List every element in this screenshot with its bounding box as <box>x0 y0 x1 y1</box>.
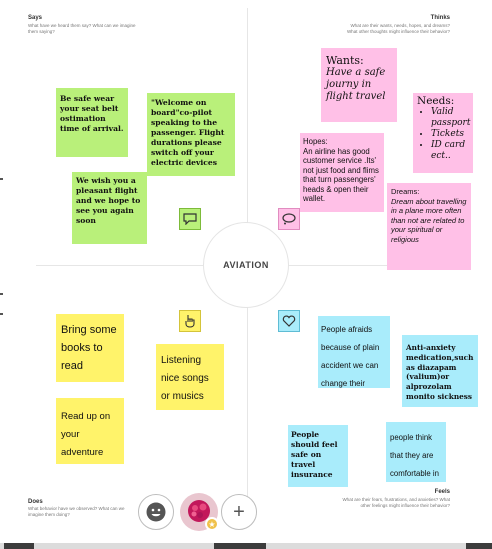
thinks-subtitle: What are their wants, needs, hopes, and … <box>346 23 450 34</box>
taskbar-segment <box>4 543 34 549</box>
sticky-note[interactable]: Dreams: Dream about travelling in a plan… <box>387 183 471 270</box>
edge-mark <box>0 313 3 315</box>
note-text: People should feel safe on travel insura… <box>291 430 338 479</box>
sticky-note[interactable]: We wish you a pleasant flight and we hop… <box>72 172 147 244</box>
note-text: Anti-anxiety medication,such as diazapam… <box>406 343 474 407</box>
note-heading: Wants: <box>326 54 364 67</box>
note-text: We wish you a pleasant flight and we hop… <box>76 176 141 225</box>
note-text: Have a safe journy in flight travel <box>326 67 386 102</box>
plus-icon[interactable]: + <box>221 494 257 530</box>
needs-list: Valid passportTicketsID card ect.. <box>417 107 470 162</box>
needs-list-item: Valid passport <box>431 107 470 129</box>
sticky-note[interactable]: People afraids because of plain accident… <box>318 316 390 388</box>
note-text: An airline has good customer service .It… <box>303 146 379 204</box>
sticky-note[interactable]: Read up on your adventure <box>56 398 124 464</box>
note-text: people think that they are comfortable i… <box>390 433 439 478</box>
note-text: Read up on your adventure <box>61 411 111 458</box>
topic-label: AVIATION <box>223 260 269 270</box>
note-text: Dream about travelling in a plane more o… <box>391 196 467 244</box>
sticky-note[interactable]: Bring some books to read <box>56 314 124 382</box>
thought-bubble-icon <box>278 208 300 230</box>
needs-list-item: ID card ect.. <box>431 140 469 162</box>
sticky-note[interactable]: Needs: Valid passportTicketsID card ect.… <box>413 93 473 173</box>
hand-pointer-icon <box>179 310 201 332</box>
sticky-note[interactable]: People should feel safe on travel insura… <box>288 425 348 487</box>
note-heading: Hopes: <box>303 137 328 146</box>
sticky-note[interactable]: Wants: Have a safe journy in flight trav… <box>321 48 397 122</box>
note-heading: Dreams: <box>391 187 420 196</box>
says-subtitle: What have we heard them say? What can we… <box>28 23 136 34</box>
feels-subtitle: What are their fears, frustrations, and … <box>342 497 450 508</box>
does-title: Does <box>28 499 43 505</box>
feels-title: Feels <box>434 489 450 495</box>
note-text: Bring some books to read <box>61 324 117 372</box>
sticky-note[interactable]: Hopes: An airline has good customer serv… <box>300 133 384 212</box>
taskbar-segment <box>214 543 266 549</box>
edge-mark <box>0 293 3 295</box>
sticky-note[interactable]: Listening nice songs or musics <box>156 344 224 410</box>
needs-list-item: Tickets <box>431 129 469 140</box>
taskbar-segment <box>466 543 492 549</box>
does-subtitle: What behavior have we observed? What can… <box>28 506 125 517</box>
heart-icon <box>278 310 300 332</box>
sticky-note[interactable]: Anti-anxiety medication,such as diazapam… <box>402 335 478 407</box>
topic-circle: AVIATION <box>203 222 289 308</box>
edge-mark <box>0 178 3 180</box>
add-button-label: + <box>233 500 245 523</box>
sticky-note[interactable]: Be safe wear your seat belt ostimation t… <box>56 88 128 157</box>
sticky-note[interactable]: "Welcome on board"co-pilot speaking to t… <box>147 93 235 176</box>
smiley-face-icon[interactable] <box>138 494 174 530</box>
note-text: "Welcome on board"co-pilot speaking to t… <box>151 98 225 167</box>
sticky-note[interactable]: people think that they are comfortable i… <box>386 422 446 482</box>
speech-bubble-icon <box>179 208 201 230</box>
star-badge-icon: ★ <box>205 517 219 531</box>
note-heading: Needs: <box>417 95 455 107</box>
note-text: People afraids because of plain accident… <box>321 325 380 388</box>
says-title: Says <box>28 15 43 21</box>
note-text: Be safe wear your seat belt ostimation t… <box>60 94 124 133</box>
note-text: Listening nice songs or musics <box>161 355 209 402</box>
thinks-title: Thinks <box>430 15 450 21</box>
